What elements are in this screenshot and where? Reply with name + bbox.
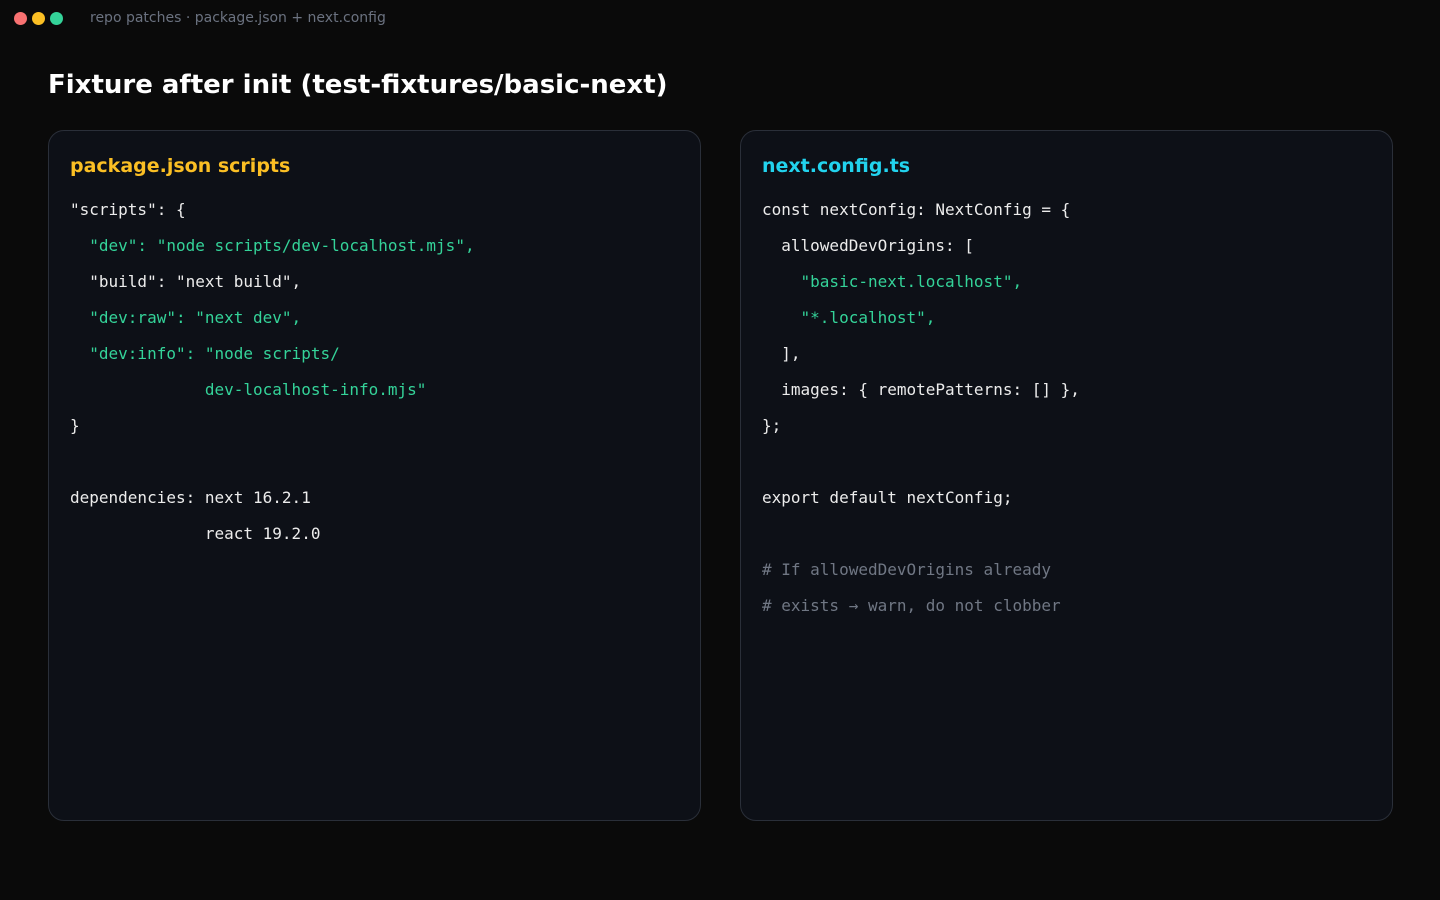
code-line: # exists → warn, do not clobber: [762, 596, 1061, 615]
code-line: };: [762, 416, 782, 435]
code-line: dev-localhost-info.mjs": [70, 380, 427, 399]
code-line: dependencies: next 16.2.1: [70, 488, 311, 507]
code-block: const nextConfig: NextConfig = { allowed…: [762, 198, 1080, 630]
code-line: }: [70, 416, 80, 435]
code-line: "dev:info": "node scripts/: [70, 344, 340, 363]
code-line: "dev": "node scripts/dev-localhost.mjs",: [70, 236, 475, 255]
code-line: "basic-next.localhost",: [762, 272, 1023, 291]
package-json-panel: package.json scripts "scripts": { "dev":…: [48, 130, 701, 821]
code-line: ],: [762, 344, 801, 363]
maximize-window-button[interactable]: [50, 12, 63, 25]
page-title: Fixture after init (test-fixtures/basic-…: [48, 70, 668, 100]
minimize-window-button[interactable]: [32, 12, 45, 25]
code-block: "scripts": { "dev": "node scripts/dev-lo…: [70, 198, 475, 558]
close-window-button[interactable]: [14, 12, 27, 25]
code-line: const nextConfig: NextConfig = {: [762, 200, 1071, 219]
code-line: export default nextConfig;: [762, 488, 1013, 507]
code-line: "scripts": {: [70, 200, 186, 219]
code-line: allowedDevOrigins: [: [762, 236, 974, 255]
code-line: images: { remotePatterns: [] },: [762, 380, 1080, 399]
panel-title: next.config.ts: [762, 155, 911, 177]
code-line: react 19.2.0: [70, 524, 321, 543]
code-line: "build": "next build",: [70, 272, 302, 291]
title-bar: repo patches · package.json + next.confi…: [0, 0, 1440, 38]
code-line: "*.localhost",: [762, 308, 936, 327]
panel-title: package.json scripts: [70, 155, 291, 177]
window-title: repo patches · package.json + next.confi…: [90, 10, 386, 26]
code-line: "dev:raw": "next dev",: [70, 308, 302, 327]
code-line: # If allowedDevOrigins already: [762, 560, 1051, 579]
next-config-panel: next.config.ts const nextConfig: NextCon…: [740, 130, 1393, 821]
